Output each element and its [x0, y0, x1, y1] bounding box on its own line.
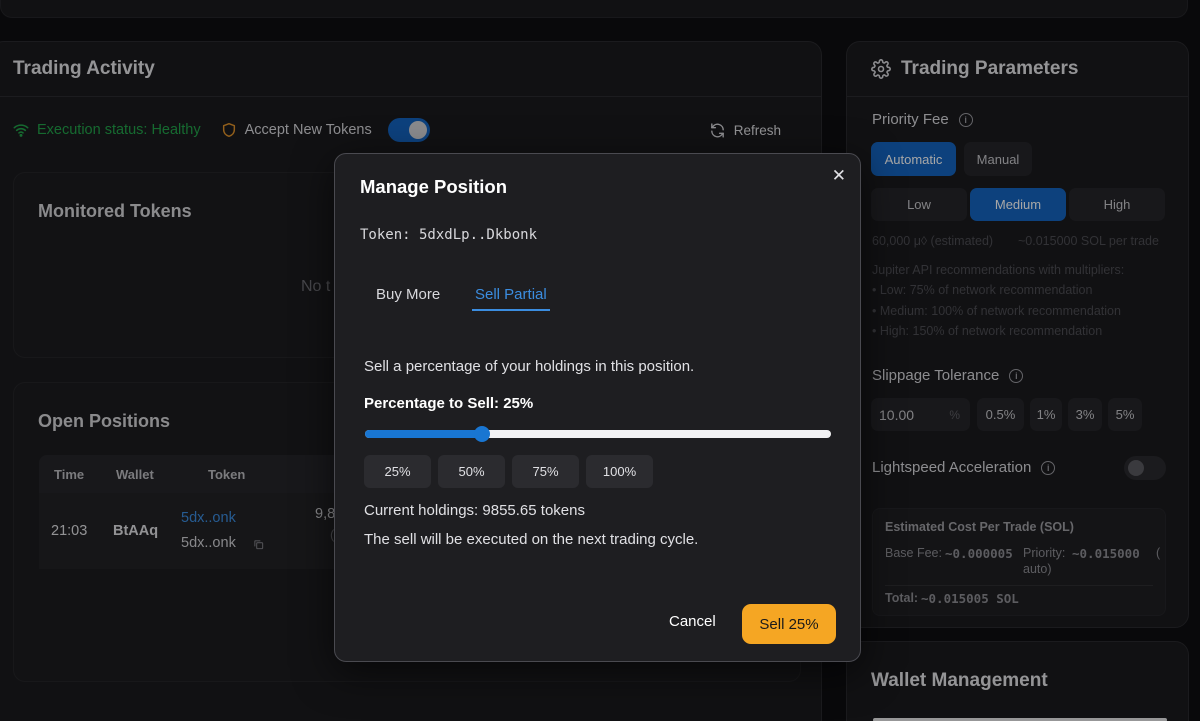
- cancel-button[interactable]: Cancel: [669, 613, 716, 630]
- close-icon[interactable]: ✕: [832, 166, 846, 186]
- percentage-label: Percentage to Sell: 25%: [364, 395, 534, 412]
- tab-sell-partial[interactable]: Sell Partial: [475, 286, 547, 303]
- pct-50-button[interactable]: 50%: [438, 455, 505, 488]
- sell-description: Sell a percentage of your holdings in th…: [364, 358, 695, 375]
- pct-100-button[interactable]: 100%: [586, 455, 653, 488]
- modal-title: Manage Position: [360, 176, 507, 197]
- active-tab-underline: [472, 309, 550, 311]
- pct-25-button[interactable]: 25%: [364, 455, 431, 488]
- manage-position-modal: Manage Position ✕ Token: 5dxdLp..Dkbonk …: [334, 153, 861, 662]
- execution-note: The sell will be executed on the next tr…: [364, 531, 699, 548]
- pct-75-button[interactable]: 75%: [512, 455, 579, 488]
- percentage-slider[interactable]: [365, 426, 831, 442]
- tab-buy-more[interactable]: Buy More: [376, 286, 440, 303]
- sell-button[interactable]: Sell 25%: [742, 604, 836, 644]
- token-identifier: Token: 5dxdLp..Dkbonk: [360, 227, 538, 243]
- slider-thumb[interactable]: [473, 426, 490, 442]
- slider-fill: [365, 430, 482, 438]
- current-holdings: Current holdings: 9855.65 tokens: [364, 502, 585, 519]
